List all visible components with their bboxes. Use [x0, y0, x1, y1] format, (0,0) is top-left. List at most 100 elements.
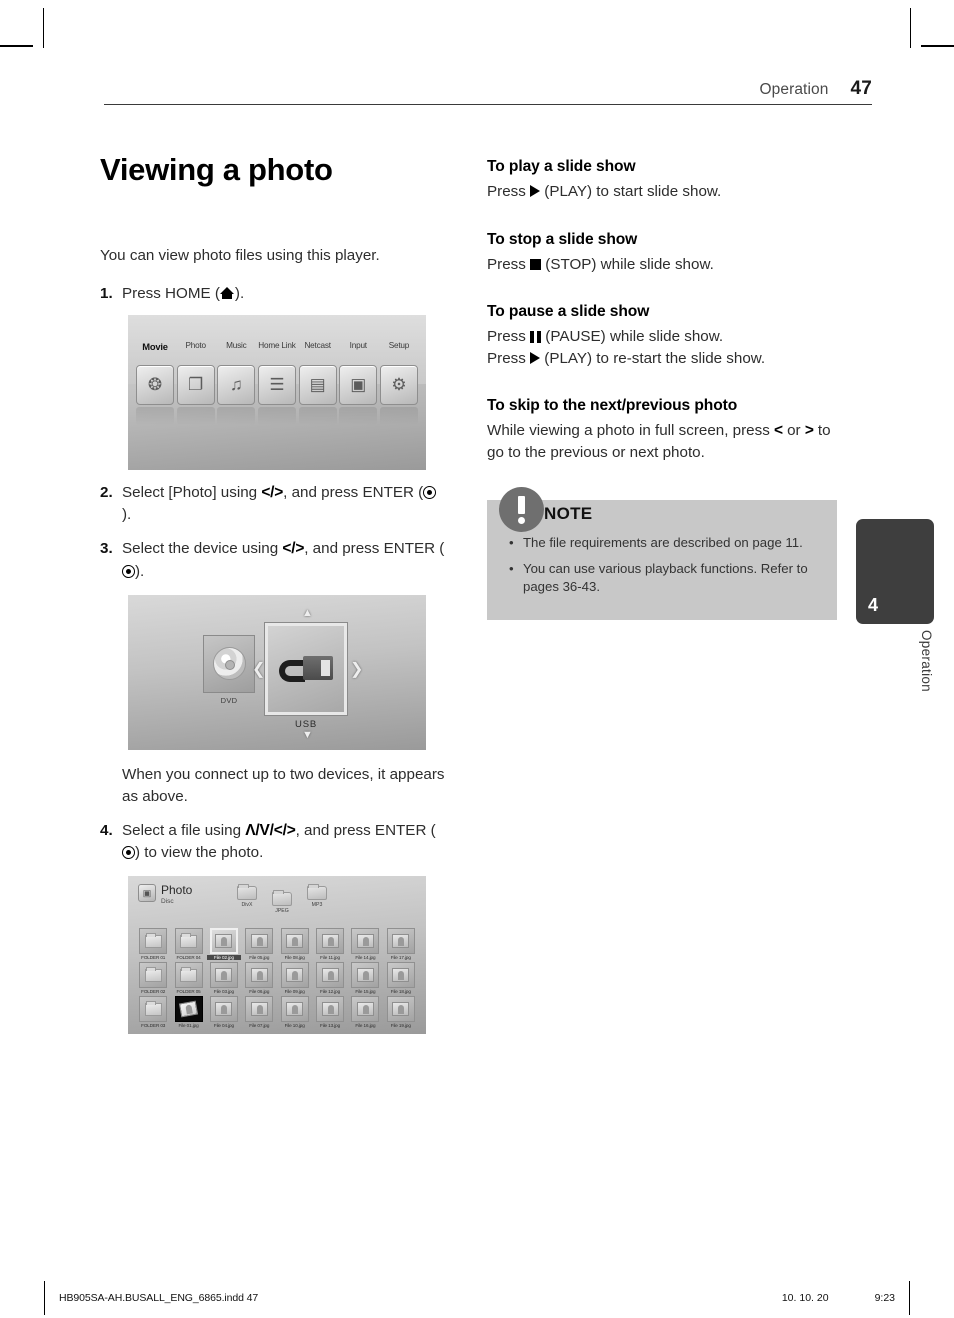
step-number: 1. [100, 284, 113, 302]
grid-item[interactable]: FOLDER 04 [171, 928, 205, 960]
text-before: While viewing a photo in full screen, pr… [487, 422, 775, 440]
enter-icon [423, 485, 437, 499]
nav-arrow-up-icon[interactable]: ▲ [302, 607, 313, 619]
step-text-after: ). [135, 562, 145, 580]
grid-item[interactable]: File 15.jpg [348, 962, 382, 994]
grid-item[interactable]: File 08.jpg [278, 928, 312, 960]
grid-item[interactable]: File 03.jpg [207, 962, 241, 994]
grid-item[interactable]: File 19.jpg [384, 996, 418, 1028]
grid-item-label: File 04.jpg [213, 1023, 234, 1029]
home-menu-label: Netcast [304, 340, 331, 350]
gear-icon[interactable]: ⚙ [379, 364, 418, 405]
exclamation-icon [499, 486, 544, 532]
breadcrumb-folder-mp3[interactable]: MP3 [306, 884, 328, 908]
input-icon[interactable]: ▣ [339, 364, 378, 405]
crop-mark-top-left [43, 8, 44, 48]
chapter-number: 4 [868, 595, 879, 615]
grid-item[interactable]: FOLDER 05 [171, 962, 205, 994]
home-menu-item-netcast[interactable]: Netcast [299, 341, 337, 352]
breadcrumb-folder-divx[interactable]: DivX [236, 884, 258, 908]
stop-icon [530, 258, 542, 270]
step-text-after: ) to view the photo. [135, 844, 264, 862]
text-after: (PLAY) to re-start the slide show. [540, 349, 766, 367]
photo-icon[interactable]: ❐ [176, 364, 215, 405]
nav-arrow-left-icon[interactable]: ❮ [252, 659, 265, 679]
grid-item[interactable]: File 13.jpg [313, 996, 347, 1028]
home-menu-item-home-link[interactable]: Home Link [258, 341, 296, 352]
music-note-icon[interactable]: ♫ [217, 364, 256, 405]
device-tile-dvd[interactable] [203, 634, 255, 693]
film-reel-icon[interactable]: ❂ [136, 364, 174, 405]
grid-item[interactable]: File 17.jpg [384, 928, 418, 960]
home-link-icon[interactable]: ☰ [257, 364, 296, 405]
step-text-mid: , and press ENTER ( [283, 483, 424, 501]
home-menu-item-input[interactable]: Input [339, 341, 377, 352]
photo-thumbnail-icon [174, 996, 203, 1023]
steps-list: 1. Press HOME (). [100, 283, 445, 305]
grid-item-label: File 06.jpg [249, 989, 270, 995]
home-menu-item-photo[interactable]: Photo [177, 341, 215, 352]
netcast-icon[interactable]: ▤ [298, 364, 337, 405]
grid-item[interactable]: File 18.jpg [384, 962, 418, 994]
grid-item[interactable]: File 04.jpg [207, 996, 241, 1028]
breadcrumb-folder-jpeg[interactable]: JPEG [271, 890, 293, 914]
enter-icon [122, 564, 135, 578]
crop-mark-left-top [0, 45, 33, 47]
step-text-mid: , and press ENTER ( [304, 540, 445, 558]
grid-item-thumbnail[interactable]: File 01.jpg [171, 996, 205, 1028]
folder-icon [139, 928, 168, 955]
grid-item[interactable]: File 09.jpg [278, 962, 312, 994]
nav-arrow-right-icon[interactable]: ❯ [350, 659, 363, 679]
grid-item-label: FOLDER 03 [141, 1023, 166, 1029]
nav-arrow-down-icon[interactable]: ▼ [302, 729, 313, 741]
grid-item[interactable]: FOLDER 03 [136, 996, 170, 1028]
photo-file-icon [386, 996, 415, 1023]
step-text-before: Select the device using [122, 540, 283, 558]
section-body-line-1: Press (PAUSE) while slide show. [487, 326, 837, 348]
text-after: (PLAY) to start slide show. [540, 183, 722, 200]
grid-item[interactable]: FOLDER 01 [136, 928, 170, 960]
grid-item[interactable]: File 06.jpg [242, 962, 276, 994]
text-after: (PAUSE) while slide show. [541, 328, 724, 346]
grid-item-selected[interactable]: File 02.jpg [206, 928, 242, 961]
grid-item[interactable]: File 14.jpg [348, 928, 382, 960]
grid-item[interactable]: File 16.jpg [348, 996, 382, 1028]
grid-item[interactable]: FOLDER 02 [136, 962, 170, 994]
home-menu-label: Movie [142, 340, 168, 352]
grid-item[interactable]: File 11.jpg [313, 928, 347, 960]
step-text-before: Select a file using [122, 821, 246, 839]
home-menu-item-setup[interactable]: Setup [380, 341, 418, 352]
device-tile-usb[interactable] [264, 621, 348, 716]
grid-item[interactable]: File 07.jpg [242, 996, 276, 1028]
grid-item[interactable]: File 05.jpg [242, 928, 276, 960]
photo-file-icon [245, 962, 274, 989]
grid-item[interactable]: File 12.jpg [313, 962, 347, 994]
section-skip-photo: To skip to the next/previous photo While… [487, 397, 837, 464]
text-mid: or [782, 422, 805, 440]
folder-open-icon [272, 890, 292, 907]
grid-item-label: File 03.jpg [213, 989, 234, 995]
right-column: To play a slide show Press (PLAY) to sta… [487, 158, 837, 621]
home-menu-item-movie[interactable]: Movie [136, 341, 174, 352]
text-before: Press [487, 328, 531, 346]
photo-icon: ▣ [138, 884, 156, 903]
photo-browser-breadcrumb: DivX JPEG MP3 [236, 884, 328, 914]
home-menu-label: Home Link [258, 340, 296, 350]
step-text-mid: , and press ENTER ( [295, 821, 436, 839]
section-heading: To play a slide show [487, 158, 636, 175]
page-footer: HB905SA-AH.BUSALL_ENG_6865.indd 47 10. 1… [44, 1281, 910, 1315]
grid-item[interactable]: File 10.jpg [278, 996, 312, 1028]
page-header: Operation 47 [104, 70, 872, 105]
steps-list-3: 4. Select a file using Λ/V/</>, and pres… [100, 820, 445, 865]
photo-file-icon [386, 962, 415, 989]
step-text-before: Press HOME ( [122, 284, 220, 302]
footer-time: 9:23 [874, 1292, 895, 1304]
photo-file-icon [209, 962, 238, 989]
home-icon [219, 286, 235, 299]
folder-icon [307, 884, 327, 901]
home-menu-label: Photo [185, 340, 206, 350]
home-menu-item-music[interactable]: Music [217, 341, 255, 352]
grid-item-label: File 11.jpg [320, 955, 340, 961]
play-icon [530, 185, 541, 197]
step-text-after: ). [234, 284, 245, 302]
